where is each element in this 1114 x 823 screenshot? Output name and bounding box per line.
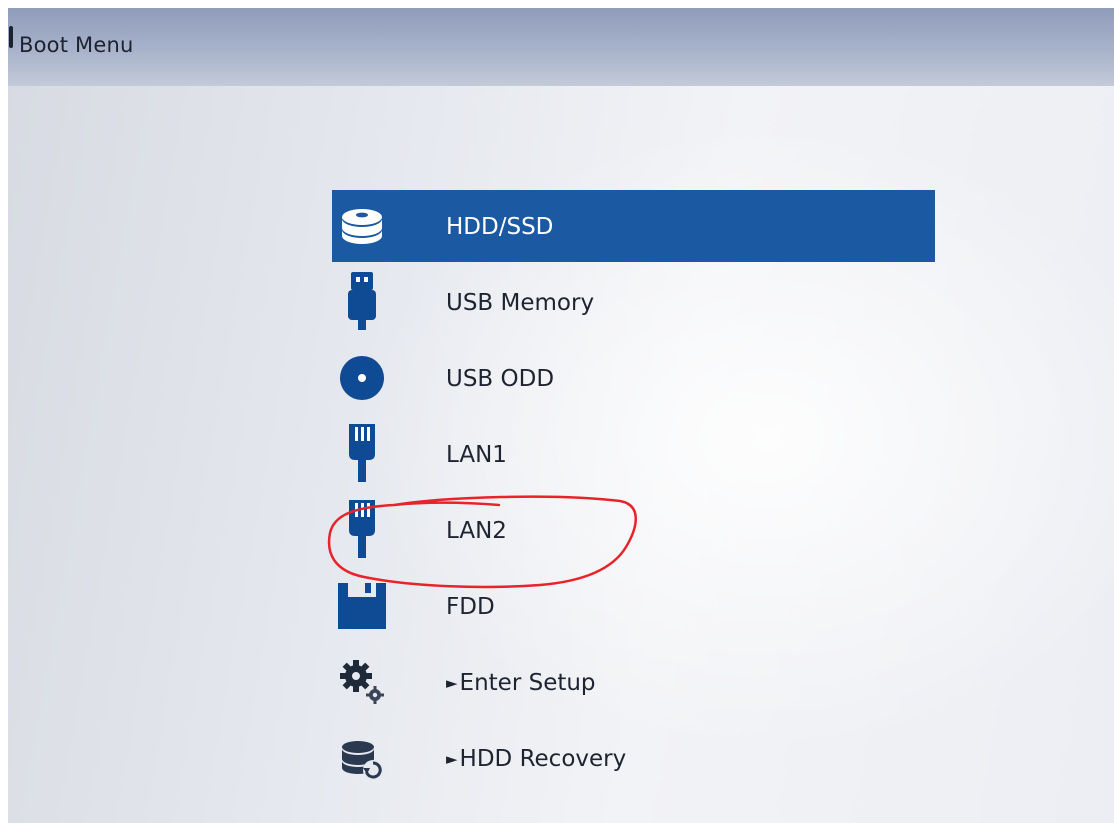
lan-plug-icon xyxy=(334,424,390,482)
boot-item-lan2[interactable]: LAN2 xyxy=(332,494,935,566)
floppy-icon xyxy=(334,580,390,632)
boot-item-label: HDD/SSD xyxy=(446,214,554,240)
boot-screen: Boot Menu HDD/SSD USB Memory USB ODD LAN… xyxy=(8,8,1114,823)
title-bar: Boot Menu xyxy=(8,8,1114,86)
boot-item-fdd[interactable]: FDD xyxy=(332,570,935,642)
submenu-arrow-icon: ► xyxy=(446,674,458,692)
lan-plug-icon xyxy=(334,500,390,558)
boot-item-hdd-ssd[interactable]: HDD/SSD xyxy=(332,190,935,262)
boot-item-lan1[interactable]: LAN1 xyxy=(332,418,935,490)
hdd-recovery-icon xyxy=(334,732,390,784)
usb-memory-icon xyxy=(334,272,390,330)
boot-item-label: USB Memory xyxy=(446,290,595,316)
boot-item-usb-odd[interactable]: USB ODD xyxy=(332,342,935,414)
boot-item-hdd-recovery[interactable]: ►HDD Recovery xyxy=(332,722,935,794)
submenu-arrow-icon: ► xyxy=(446,750,458,768)
boot-item-label-text: Enter Setup xyxy=(459,670,596,696)
boot-item-label: LAN2 xyxy=(446,518,507,544)
optical-disc-icon xyxy=(334,352,390,404)
boot-item-enter-setup[interactable]: ►Enter Setup xyxy=(332,646,935,718)
boot-item-label-text: HDD Recovery xyxy=(459,746,627,772)
boot-item-label: ►HDD Recovery xyxy=(446,746,626,772)
boot-item-label: FDD xyxy=(446,594,495,620)
boot-item-usb-memory[interactable]: USB Memory xyxy=(332,266,935,338)
boot-item-label: LAN1 xyxy=(446,442,507,468)
boot-item-label: ►Enter Setup xyxy=(446,670,596,696)
gears-icon xyxy=(334,656,390,708)
title-marker xyxy=(9,26,13,48)
page-title: Boot Menu xyxy=(19,33,134,57)
hdd-stack-icon xyxy=(334,200,390,252)
boot-item-label: USB ODD xyxy=(446,366,555,392)
